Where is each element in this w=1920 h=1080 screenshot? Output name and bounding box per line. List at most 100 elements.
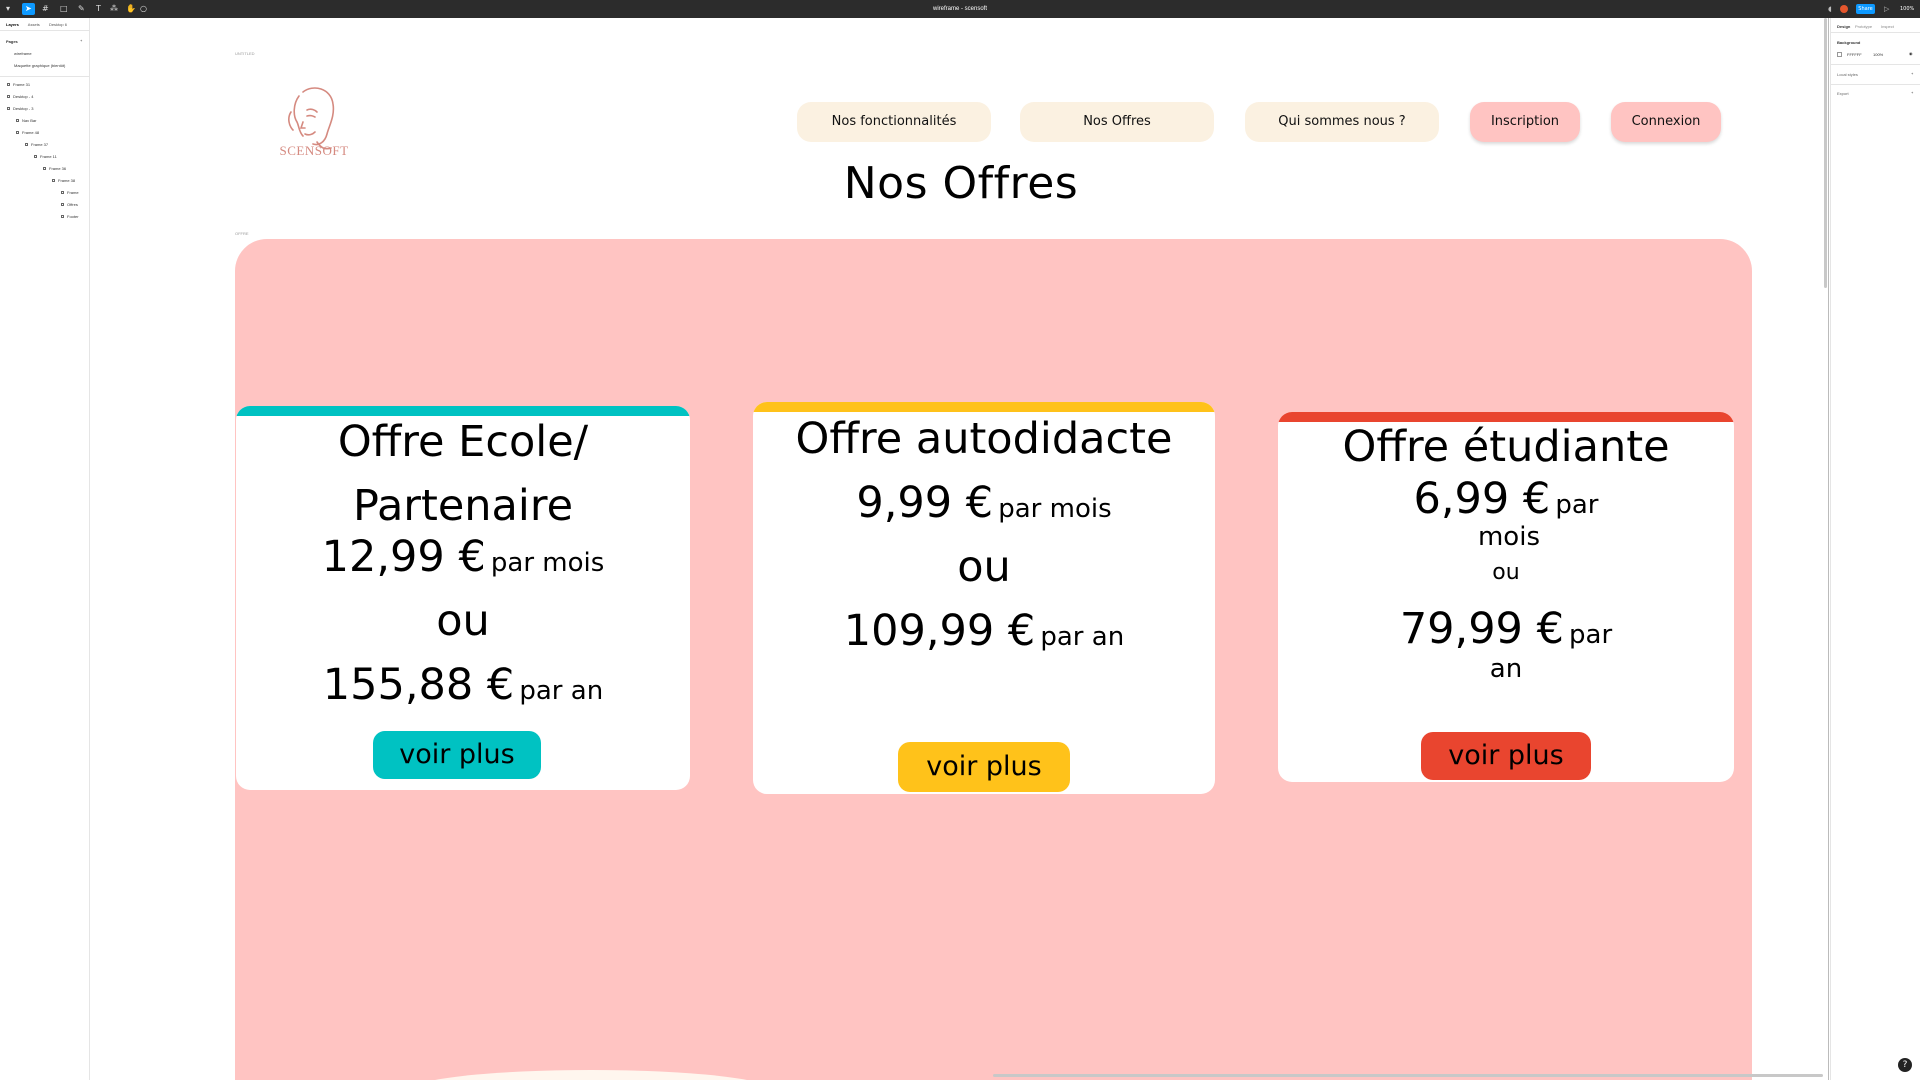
layer-item[interactable]: Frame 31 — [7, 82, 30, 87]
connexion-button[interactable]: Connexion — [1611, 102, 1721, 142]
yearly-price: 155,88 € — [322, 660, 515, 710]
or-separator: ou — [436, 596, 490, 646]
monthly-unit: par mois — [998, 494, 1112, 524]
tab-page-selector[interactable]: Desktop 6 — [49, 22, 67, 27]
yearly-price-row: 79,99 € par — [1278, 604, 1734, 654]
offer-card-autodidacte: Offre autodidacte 9,99 € par mois ou 109… — [753, 402, 1215, 794]
monthly-price-row: 9,99 € par mois — [753, 478, 1215, 528]
export-heading: Export — [1837, 91, 1849, 96]
yearly-price: 79,99 € — [1399, 604, 1564, 654]
background-opacity[interactable]: 100% — [1873, 52, 1883, 57]
or-separator-row: ou — [1278, 560, 1734, 585]
monthly-unit: par mois — [490, 548, 605, 578]
monthly-price: 9,99 € — [856, 478, 994, 528]
add-style-icon[interactable]: + — [1911, 71, 1913, 76]
voir-plus-button[interactable]: voir plus — [898, 742, 1070, 792]
yearly-price: 109,99 € — [843, 606, 1036, 656]
file-title[interactable]: wireframe - scensoft — [0, 0, 1920, 18]
frame-label[interactable]: OFFRE — [235, 231, 249, 236]
background-heading: Background — [1837, 40, 1861, 45]
add-page-icon[interactable]: + — [80, 38, 82, 43]
eye-icon[interactable]: ◉ — [1909, 51, 1913, 56]
tab-design[interactable]: Design — [1837, 24, 1850, 29]
card-accent-bar — [236, 406, 690, 416]
page-title: Nos Offres — [843, 158, 1079, 209]
layer-item[interactable]: Frame — [61, 190, 79, 195]
monthly-price: 6,99 € — [1413, 474, 1551, 524]
layer-item[interactable]: Frame 11 — [34, 154, 57, 159]
layer-item[interactable]: Nav Bar — [16, 118, 36, 123]
headphones-icon[interactable]: ◖ — [1828, 0, 1832, 18]
tab-prototype[interactable]: Prototype — [1855, 24, 1872, 29]
yearly-unit: an — [1489, 654, 1523, 684]
yearly-unit: par an — [519, 676, 604, 706]
frame-label[interactable]: UNTITLED — [235, 51, 255, 56]
horizontal-scrollbar[interactable] — [993, 1074, 1823, 1077]
frame-icon — [25, 143, 28, 147]
layer-item[interactable]: Frame 37 — [25, 142, 48, 147]
layer-item[interactable]: Frame 48 — [16, 130, 39, 135]
layer-item[interactable]: Offres — [61, 202, 78, 207]
offer-title: Offre Ecole/ — [337, 417, 589, 467]
frame-icon — [61, 215, 64, 219]
nav-offres[interactable]: Nos Offres — [1020, 102, 1214, 142]
play-icon[interactable]: ▷ — [1884, 0, 1889, 18]
voir-plus-button[interactable]: voir plus — [373, 731, 541, 779]
monthly-unit: par — [1555, 490, 1599, 520]
canvas[interactable]: UNTITLED OFFRE SCENSOFT Nos fonctionnali… — [91, 18, 1824, 1080]
frame-icon — [43, 167, 46, 171]
card-accent-bar — [1278, 412, 1734, 422]
color-swatch[interactable] — [1837, 52, 1842, 57]
layer-item[interactable]: Desktop - 3 — [7, 106, 33, 111]
yearly-price-row: 155,88 € par an — [236, 660, 690, 710]
toolbar: ▾ ➤ # □ ✎ T ⁂ ✋ ○ wireframe - scensoft ◖… — [0, 0, 1920, 18]
pages-heading: Pages — [6, 39, 18, 44]
page-item[interactable]: wireframe — [14, 51, 32, 56]
layer-item[interactable]: Footer — [61, 214, 79, 219]
tab-inspect[interactable]: Inspect — [1881, 24, 1894, 29]
layer-item[interactable]: Frame 36 — [43, 166, 66, 171]
nav-fonctionnalites[interactable]: Nos fonctionnalités — [797, 102, 991, 142]
frame-icon — [7, 83, 10, 87]
layer-item[interactable]: Frame 38 — [52, 178, 75, 183]
card-accent-bar — [753, 402, 1215, 412]
yearly-unit-wrap: an — [1278, 654, 1734, 684]
help-button[interactable]: ? — [1898, 1058, 1912, 1072]
frame-icon — [16, 119, 19, 123]
scensoft-logo[interactable] — [269, 82, 359, 182]
vertical-scrollbar[interactable] — [1824, 18, 1827, 288]
frame-icon — [7, 95, 10, 99]
frame-icon — [61, 191, 64, 195]
avatar[interactable] — [1840, 5, 1848, 13]
zoom-level[interactable]: 100% — [1900, 0, 1914, 18]
frame-icon — [16, 131, 19, 135]
tab-layers[interactable]: Layers — [6, 22, 19, 27]
offer-title: Partenaire — [352, 481, 574, 531]
share-button[interactable]: Share — [1856, 4, 1875, 14]
page-item[interactable]: Maquette graphique (bientôt) — [14, 63, 65, 68]
layers-panel: Layers Assets Desktop 6 Pages + wirefram… — [0, 18, 90, 1080]
monthly-price-row: 12,99 € par mois — [236, 532, 690, 582]
or-separator: ou — [957, 542, 1011, 592]
background-hex[interactable]: FFFFFF — [1847, 52, 1862, 57]
offer-title: Offre autodidacte — [795, 414, 1173, 464]
tab-assets[interactable]: Assets — [28, 22, 40, 27]
monthly-unit: mois — [1477, 522, 1540, 552]
frame-icon — [61, 203, 64, 207]
nav-qui-sommes-nous[interactable]: Qui sommes nous ? — [1245, 102, 1439, 142]
add-export-icon[interactable]: + — [1911, 90, 1913, 95]
layer-item[interactable]: Desktop - 4 — [7, 94, 33, 99]
or-separator: ou — [1492, 560, 1520, 585]
monthly-unit-wrap: mois — [1278, 522, 1734, 552]
panel-divider — [1828, 18, 1829, 1080]
frame-icon — [7, 107, 10, 111]
inscription-button[interactable]: Inscription — [1470, 102, 1580, 142]
yearly-price-row: 109,99 € par an — [753, 606, 1215, 656]
voir-plus-button[interactable]: voir plus — [1421, 732, 1591, 780]
offer-card-etudiante: Offre étudiante 6,99 € par mois ou 79,99… — [1278, 412, 1734, 782]
frame-icon — [52, 179, 55, 183]
design-panel: Design Prototype Inspect Background FFFF… — [1830, 18, 1920, 1080]
local-styles-heading: Local styles — [1837, 72, 1858, 77]
monthly-price: 12,99 € — [321, 532, 486, 582]
offer-card-ecole: Offre Ecole/ Partenaire 12,99 € par mois… — [236, 406, 690, 790]
